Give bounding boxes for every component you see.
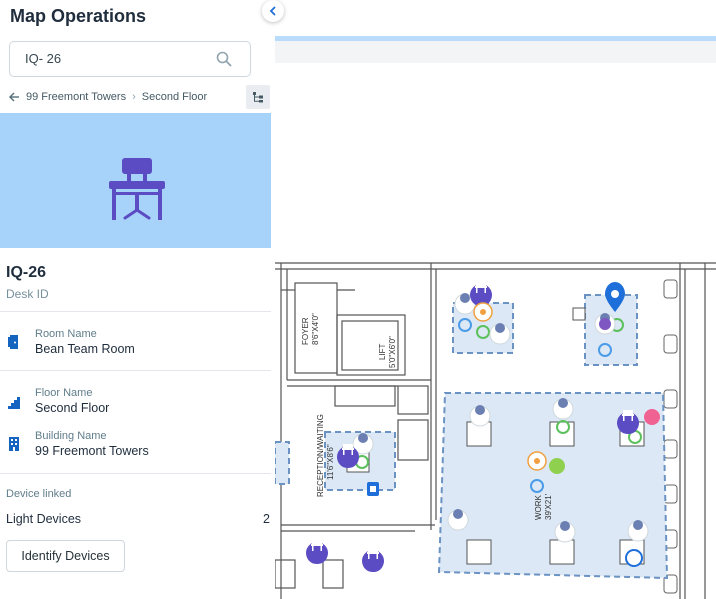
search-input[interactable]	[23, 50, 207, 67]
divider	[0, 311, 271, 312]
fan-icon[interactable]	[549, 458, 565, 474]
air-quality-icon[interactable]	[625, 549, 643, 567]
room-name-value: Bean Team Room	[35, 342, 135, 356]
desk-hero	[0, 113, 271, 248]
light-devices-count: 2	[263, 512, 270, 526]
floor-name-value: Second Floor	[35, 401, 110, 415]
desk-pin[interactable]	[306, 540, 328, 564]
search-box[interactable]	[9, 41, 251, 77]
foyer-size-label: 8'6"X4'0"	[311, 313, 320, 345]
work-label: WORK	[534, 494, 543, 520]
building-icon	[9, 437, 19, 451]
desk-title: IQ-26	[6, 264, 47, 281]
back-arrow-icon[interactable]	[8, 91, 20, 103]
divider	[0, 370, 271, 371]
identify-devices-button[interactable]: Identify Devices	[6, 540, 125, 572]
badge-icon[interactable]	[599, 318, 611, 330]
fan-icon[interactable]	[644, 409, 660, 425]
app-title: Map Operations	[10, 6, 147, 26]
reception-label: RECEPTION/WAITING	[316, 414, 325, 497]
desk-subtitle: Desk ID	[6, 287, 49, 301]
small-square-marker	[572, 307, 586, 321]
device-linked-label: Device linked	[6, 488, 72, 500]
foyer-label: FOYER	[301, 317, 310, 345]
fan-icon[interactable]	[527, 451, 547, 471]
stairs-icon	[8, 397, 20, 409]
floor-plan[interactable]: FOYER 8'6"X4'0" LIFT 5'0"X6'0" RECEPTION…	[275, 0, 716, 599]
door-icon	[8, 335, 18, 349]
power-outlet-icon[interactable]	[367, 482, 379, 496]
fan-icon[interactable]	[473, 302, 493, 322]
breadcrumb-building[interactable]: 99 Freemont Towers	[26, 91, 126, 103]
chevron-right-icon: ›	[132, 91, 136, 103]
breadcrumb: 99 Freemont Towers › Second Floor	[8, 89, 207, 105]
hierarchy-button[interactable]	[246, 85, 270, 109]
floor-name-label: Floor Name	[35, 387, 93, 399]
breadcrumb-floor[interactable]: Second Floor	[142, 91, 207, 103]
lift-size-label: 5'0"X6'0"	[388, 336, 397, 368]
side-panel: Map Operations 99 Freemont Towers › Seco…	[0, 0, 271, 599]
light-devices-label: Light Devices	[6, 512, 82, 526]
desk-pin[interactable]	[470, 282, 492, 306]
work-size-label: 39'X21'	[544, 493, 553, 520]
hierarchy-icon	[253, 92, 263, 103]
room-name-label: Room Name	[35, 328, 97, 340]
desk-icon	[109, 158, 165, 220]
lift-label: LIFT	[378, 343, 387, 360]
building-name-value: 99 Freemont Towers	[35, 444, 149, 458]
divider	[0, 473, 271, 474]
floor-map[interactable]: FOYER 8'6"X4'0" LIFT 5'0"X6'0" RECEPTION…	[275, 0, 716, 599]
building-name-label: Building Name	[35, 430, 107, 442]
reception-size-label: 11'6"X8'6"	[326, 444, 335, 480]
search-icon[interactable]	[216, 51, 232, 67]
desk-pin[interactable]	[362, 548, 384, 572]
